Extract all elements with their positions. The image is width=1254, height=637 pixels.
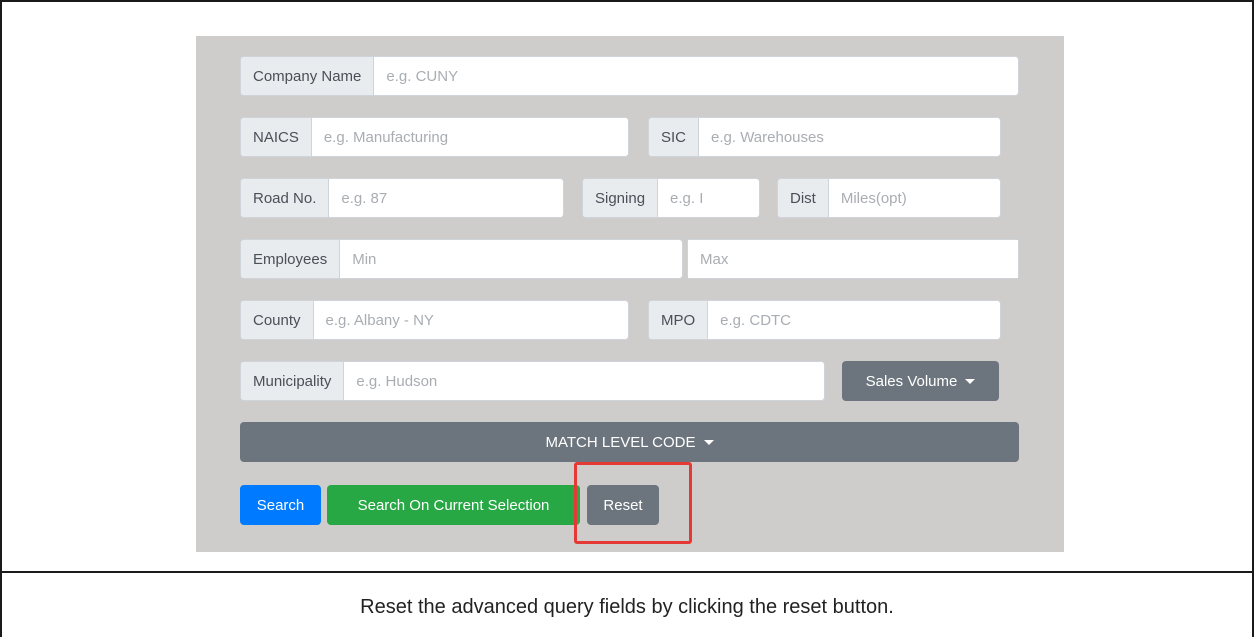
municipality-group: Municipality (240, 361, 825, 401)
caret-down-icon (965, 378, 976, 384)
municipality-label: Municipality (241, 362, 345, 400)
mpo-group: MPO (648, 300, 1001, 340)
advanced-query-panel (196, 36, 1064, 552)
sic-input[interactable] (699, 118, 1000, 156)
signing-group: Signing (582, 178, 760, 218)
sales-volume-label: Sales Volume (865, 372, 958, 390)
employees-min-group: Employees (240, 239, 683, 279)
caret-down-icon (703, 439, 714, 445)
county-input[interactable] (313, 301, 628, 339)
distance-input[interactable] (828, 179, 1000, 217)
naics-input[interactable] (311, 118, 628, 156)
signing-input[interactable] (658, 179, 759, 217)
sic-label: SIC (649, 118, 700, 156)
sales-volume-dropdown[interactable]: Sales Volume (842, 361, 999, 401)
signing-label: Signing (583, 179, 659, 217)
mpo-label: MPO (649, 301, 709, 339)
match-level-code-label: MATCH LEVEL CODE (545, 433, 696, 451)
sic-group: SIC (648, 117, 1001, 157)
instruction-caption: Reset the advanced query fields by click… (360, 596, 894, 618)
road-number-label: Road No. (241, 179, 330, 217)
match-level-code-dropdown[interactable]: MATCH LEVEL CODE (240, 422, 1019, 462)
county-group: County (240, 300, 629, 340)
caption-divider (0, 571, 1254, 573)
naics-group: NAICS (240, 117, 629, 157)
distance-label: Dist (778, 179, 829, 217)
road-number-input[interactable] (329, 179, 563, 217)
distance-group: Dist (777, 178, 1001, 218)
company-name-group: Company Name (240, 56, 1019, 96)
search-button[interactable]: Search (240, 485, 321, 525)
county-label: County (241, 301, 314, 339)
naics-label: NAICS (241, 118, 312, 156)
company-name-label: Company Name (241, 57, 375, 95)
road-number-group: Road No. (240, 178, 564, 218)
municipality-input[interactable] (344, 362, 824, 400)
mpo-input[interactable] (708, 301, 1000, 339)
search-current-selection-button[interactable]: Search On Current Selection (327, 485, 580, 525)
employees-min-input[interactable] (340, 240, 682, 278)
employees-label: Employees (241, 240, 341, 278)
employees-max-input[interactable] (688, 240, 1018, 278)
company-name-input[interactable] (374, 57, 1018, 95)
employees-max-wrapper (687, 239, 1019, 279)
reset-button[interactable]: Reset (587, 485, 659, 525)
